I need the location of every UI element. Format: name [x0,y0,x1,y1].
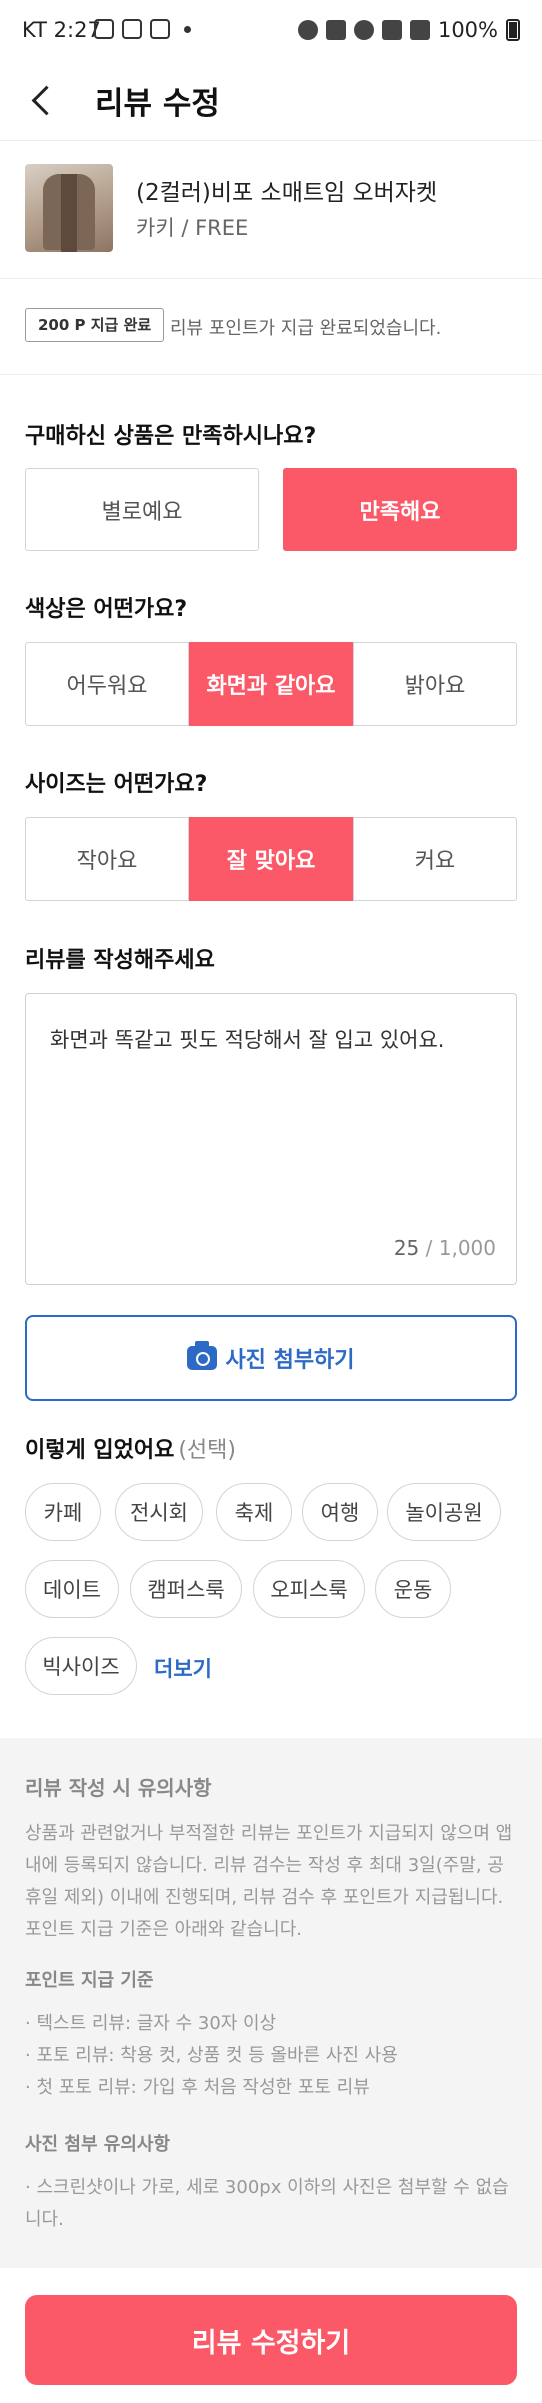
product-option: 카키 / FREE [136,216,249,240]
criteria-item: · 포토 리뷰: 착용 컷, 상품 컷 등 올바른 사진 사용 [25,2045,398,2066]
attach-photo-button[interactable]: 사진 첨부하기 [25,1315,517,1401]
wear-label: 이렇게 입었어요 (선택) [25,1438,236,1463]
size-options: 작아요 잘 맞아요 커요 [25,817,517,901]
option-same[interactable]: 화면과 같아요 [189,642,353,726]
option-dark[interactable]: 어두워요 [25,642,189,726]
chevron-left-icon[interactable] [24,80,64,120]
photo-notice-text: · 스크린샷이나 가로, 세로 300px 이하의 사진은 첨부할 수 없습니다… [25,2177,509,2230]
gallery-icon [94,19,114,39]
more-tags-link[interactable]: 더보기 [154,1653,212,1683]
app-header: 리뷰 수정 [0,62,542,141]
char-counter: 25 / 1,000 [393,1236,496,1260]
option-fit[interactable]: 잘 맞아요 [189,817,353,901]
wifi-icon [353,20,374,40]
tag-chip[interactable]: 축제 [216,1483,292,1541]
size-question: 사이즈는 어떤가요? [25,772,208,797]
tag-chip[interactable]: 오피스룩 [253,1560,365,1618]
notice-title: 리뷰 작성 시 유의사항 [25,1776,212,1800]
tag-chip[interactable]: 데이트 [25,1560,119,1618]
tag-chip[interactable]: 놀이공원 [387,1483,501,1541]
points-message: 리뷰 포인트가 지급 완료되었습니다. [170,318,442,339]
points-badge: 200 P 지급 완료 [25,308,165,342]
tag-chip[interactable]: 캠퍼스룩 [130,1560,242,1618]
hd-icon [381,20,402,40]
criteria-title: 포인트 지급 기준 [25,1970,154,1991]
camera-icon [187,1341,218,1370]
review-text: 화면과 똑같고 핏도 적당해서 잘 입고 있어요. [50,1028,445,1052]
color-question: 색상은 어떤가요? [25,597,188,622]
status-bar: KT 2:27 100% [0,0,542,62]
system-icons: 100% [297,18,520,42]
photo-notice-title: 사진 첨부 유의사항 [25,2134,171,2155]
notice-body: 상품과 관련없거나 부적절한 리뷰는 포인트가 지급되지 않으며 앱 내에 등록… [25,1823,513,1940]
satisfaction-options: 별로예요 만족해요 [25,468,517,551]
status-time: KT 2:27 [22,18,101,42]
signal-icon [409,20,430,40]
tag-chip[interactable]: 빅사이즈 [25,1637,137,1695]
battery-icon [506,19,520,41]
alarm-icon [297,20,318,40]
option-good[interactable]: 만족해요 [283,468,517,551]
color-options: 어두워요 화면과 같아요 밝아요 [25,642,517,726]
tag-chip[interactable]: 전시회 [115,1483,203,1541]
dot-icon [184,26,191,33]
review-textarea[interactable]: 화면과 똑같고 핏도 적당해서 잘 입고 있어요. 25 / 1,000 [25,993,517,1285]
tag-chip[interactable]: 운동 [375,1560,451,1618]
notification-icons [94,19,191,39]
attach-photo-label: 사진 첨부하기 [225,1348,355,1373]
tag-chip[interactable]: 카페 [25,1483,101,1541]
app-icon [150,19,170,39]
criteria-item: · 텍스트 리뷰: 글자 수 30자 이상 [25,2013,277,2034]
tag-chip[interactable]: 여행 [302,1483,378,1541]
satisfaction-question: 구매하신 상품은 만족하시나요? [25,424,317,449]
product-thumbnail [25,164,113,252]
product-info: (2컬러)비포 소매트임 오버자켓 카키 / FREE [0,140,542,279]
criteria-item: · 첫 포토 리뷰: 가입 후 처음 작성한 포토 리뷰 [25,2077,370,2098]
option-large[interactable]: 커요 [353,817,517,901]
notice-section: 리뷰 작성 시 유의사항 상품과 관련없거나 부적절한 리뷰는 포인트가 지급되… [0,1738,542,2268]
review-label: 리뷰를 작성해주세요 [25,948,215,973]
mute-icon [325,20,346,40]
option-bright[interactable]: 밝아요 [353,642,517,726]
submit-review-button[interactable]: 리뷰 수정하기 [25,2295,517,2385]
points-section: 200 P 지급 완료 리뷰 포인트가 지급 완료되었습니다. [0,278,542,375]
option-bad[interactable]: 별로예요 [25,468,259,551]
option-small[interactable]: 작아요 [25,817,189,901]
battery-text: 100% [437,18,498,42]
app-icon [122,19,142,39]
page-title: 리뷰 수정 [95,86,220,122]
product-name: (2컬러)비포 소매트임 오버자켓 [136,180,438,206]
